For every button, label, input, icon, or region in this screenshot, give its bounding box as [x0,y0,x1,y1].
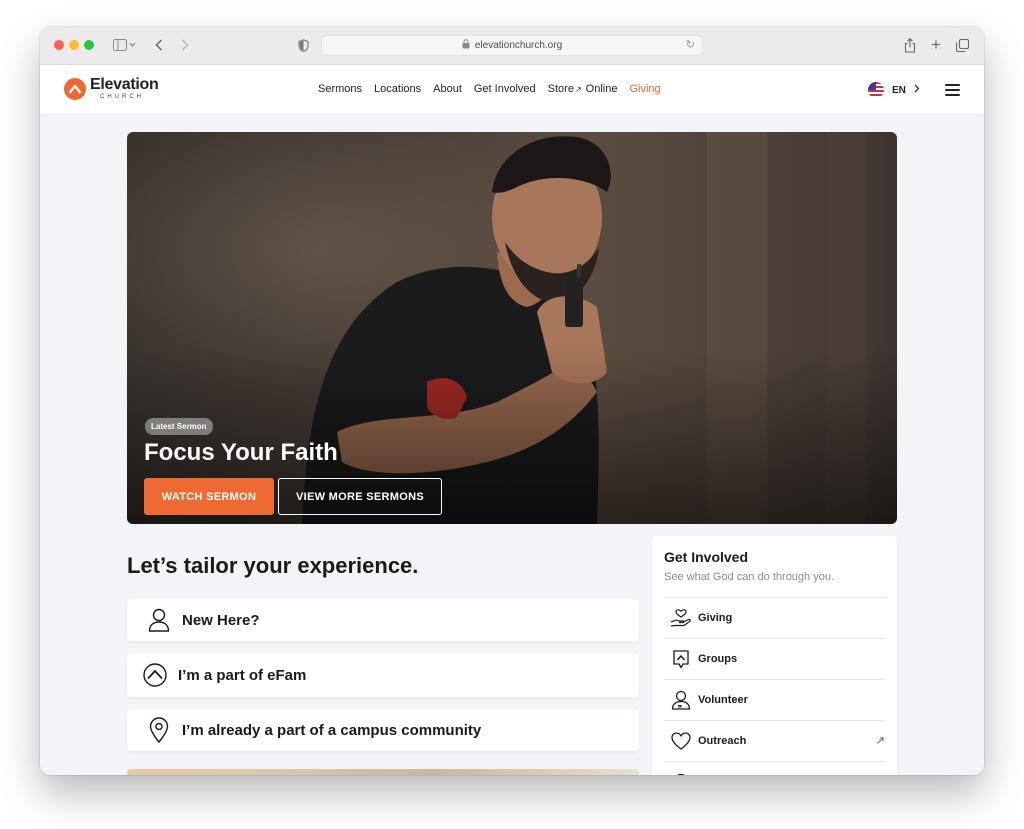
next-section-image [127,769,639,775]
campus-community-card[interactable]: I’m already a part of a campus community [127,709,639,751]
nav-about[interactable]: About [433,83,462,95]
latest-sermon-badge: Latest Sermon [145,418,213,435]
minimize-window-button[interactable] [69,40,79,50]
language-selector[interactable]: EN [868,82,920,98]
logo-name: Elevation [90,76,159,93]
campus-community-label: I’m already a part of a campus community [182,721,482,739]
efam-label: I’m a part of eFam [178,666,307,684]
zoom-window-button[interactable] [84,40,94,50]
elevation-logo-icon [135,663,175,687]
partial-icon [669,773,693,775]
privacy-shield-icon[interactable] [296,35,310,55]
groups-chat-icon [669,649,693,669]
new-here-card[interactable]: New Here? [127,599,639,641]
view-more-sermons-button[interactable]: VIEW MORE SERMONS [278,478,442,515]
involved-item-partial[interactable] [664,761,885,775]
nav-sermons[interactable]: Sermons [318,83,362,95]
nav-store-label: Store [547,83,574,95]
efam-card[interactable]: I’m a part of eFam [127,653,639,697]
involved-groups-label: Groups [698,653,738,665]
location-pin-icon [139,717,179,743]
main-nav: Sermons Locations About Get Involved Sto… [318,83,661,95]
get-involved-subtitle: See what God can do through you. [664,571,835,583]
nav-online[interactable]: Online [586,83,618,95]
volunteer-icon [669,690,693,710]
address-bar[interactable]: elevationchurch.org ↻ [321,35,703,56]
heart-icon [669,732,693,750]
new-tab-icon[interactable]: + [928,35,944,55]
sermon-title: Focus Your Faith [144,439,338,466]
nav-giving[interactable]: Giving [629,83,660,95]
back-icon[interactable] [152,35,166,55]
chevron-right-icon [914,84,920,96]
elevation-logo-icon [64,77,86,100]
tailor-heading: Let’s tailor your experience. [127,553,419,578]
involved-outreach-label: Outreach [698,735,747,747]
reload-icon[interactable]: ↻ [686,38,695,51]
new-here-label: New Here? [182,611,260,629]
external-link-icon: ↗ [875,735,885,747]
involved-item-groups[interactable]: Groups [664,638,885,679]
browser-window: elevationchurch.org ↻ + Elevation CHURCH… [40,27,984,775]
hero-banner: Latest Sermon Focus Your Faith WATCH SER… [127,132,897,524]
share-icon[interactable] [902,35,918,55]
logo-subtitle: CHURCH [100,94,144,100]
hamburger-menu-icon[interactable] [945,84,960,99]
hand-heart-icon [669,609,693,627]
sidebar-toggle-icon[interactable] [110,35,140,55]
involved-item-volunteer[interactable]: Volunteer [664,679,885,720]
us-flag-icon [868,82,884,98]
nav-locations[interactable]: Locations [374,83,421,95]
tab-overview-icon[interactable] [954,35,970,55]
elevation-logo[interactable]: Elevation CHURCH [64,76,159,100]
url-text: elevationchurch.org [474,40,563,51]
get-involved-panel: Get Involved See what God can do through… [652,536,897,775]
nav-store[interactable]: Store ↗ [548,83,582,95]
involved-giving-label: Giving [698,612,733,624]
close-window-button[interactable] [54,40,64,50]
external-link-icon: ↗ [574,84,582,94]
forward-icon[interactable] [178,35,192,55]
lock-icon [462,39,470,52]
person-icon [139,608,179,632]
involved-item-outreach[interactable]: Outreach ↗ [664,720,885,761]
watch-sermon-button[interactable]: WATCH SERMON [144,478,274,515]
site-header: Elevation CHURCH Sermons Locations About… [40,65,984,115]
get-involved-title: Get Involved [664,549,749,565]
browser-toolbar: elevationchurch.org ↻ + [40,27,984,65]
nav-get-involved[interactable]: Get Involved [474,83,536,95]
involved-volunteer-label: Volunteer [698,694,748,706]
language-code: EN [892,84,906,96]
involved-item-giving[interactable]: Giving [664,597,885,638]
